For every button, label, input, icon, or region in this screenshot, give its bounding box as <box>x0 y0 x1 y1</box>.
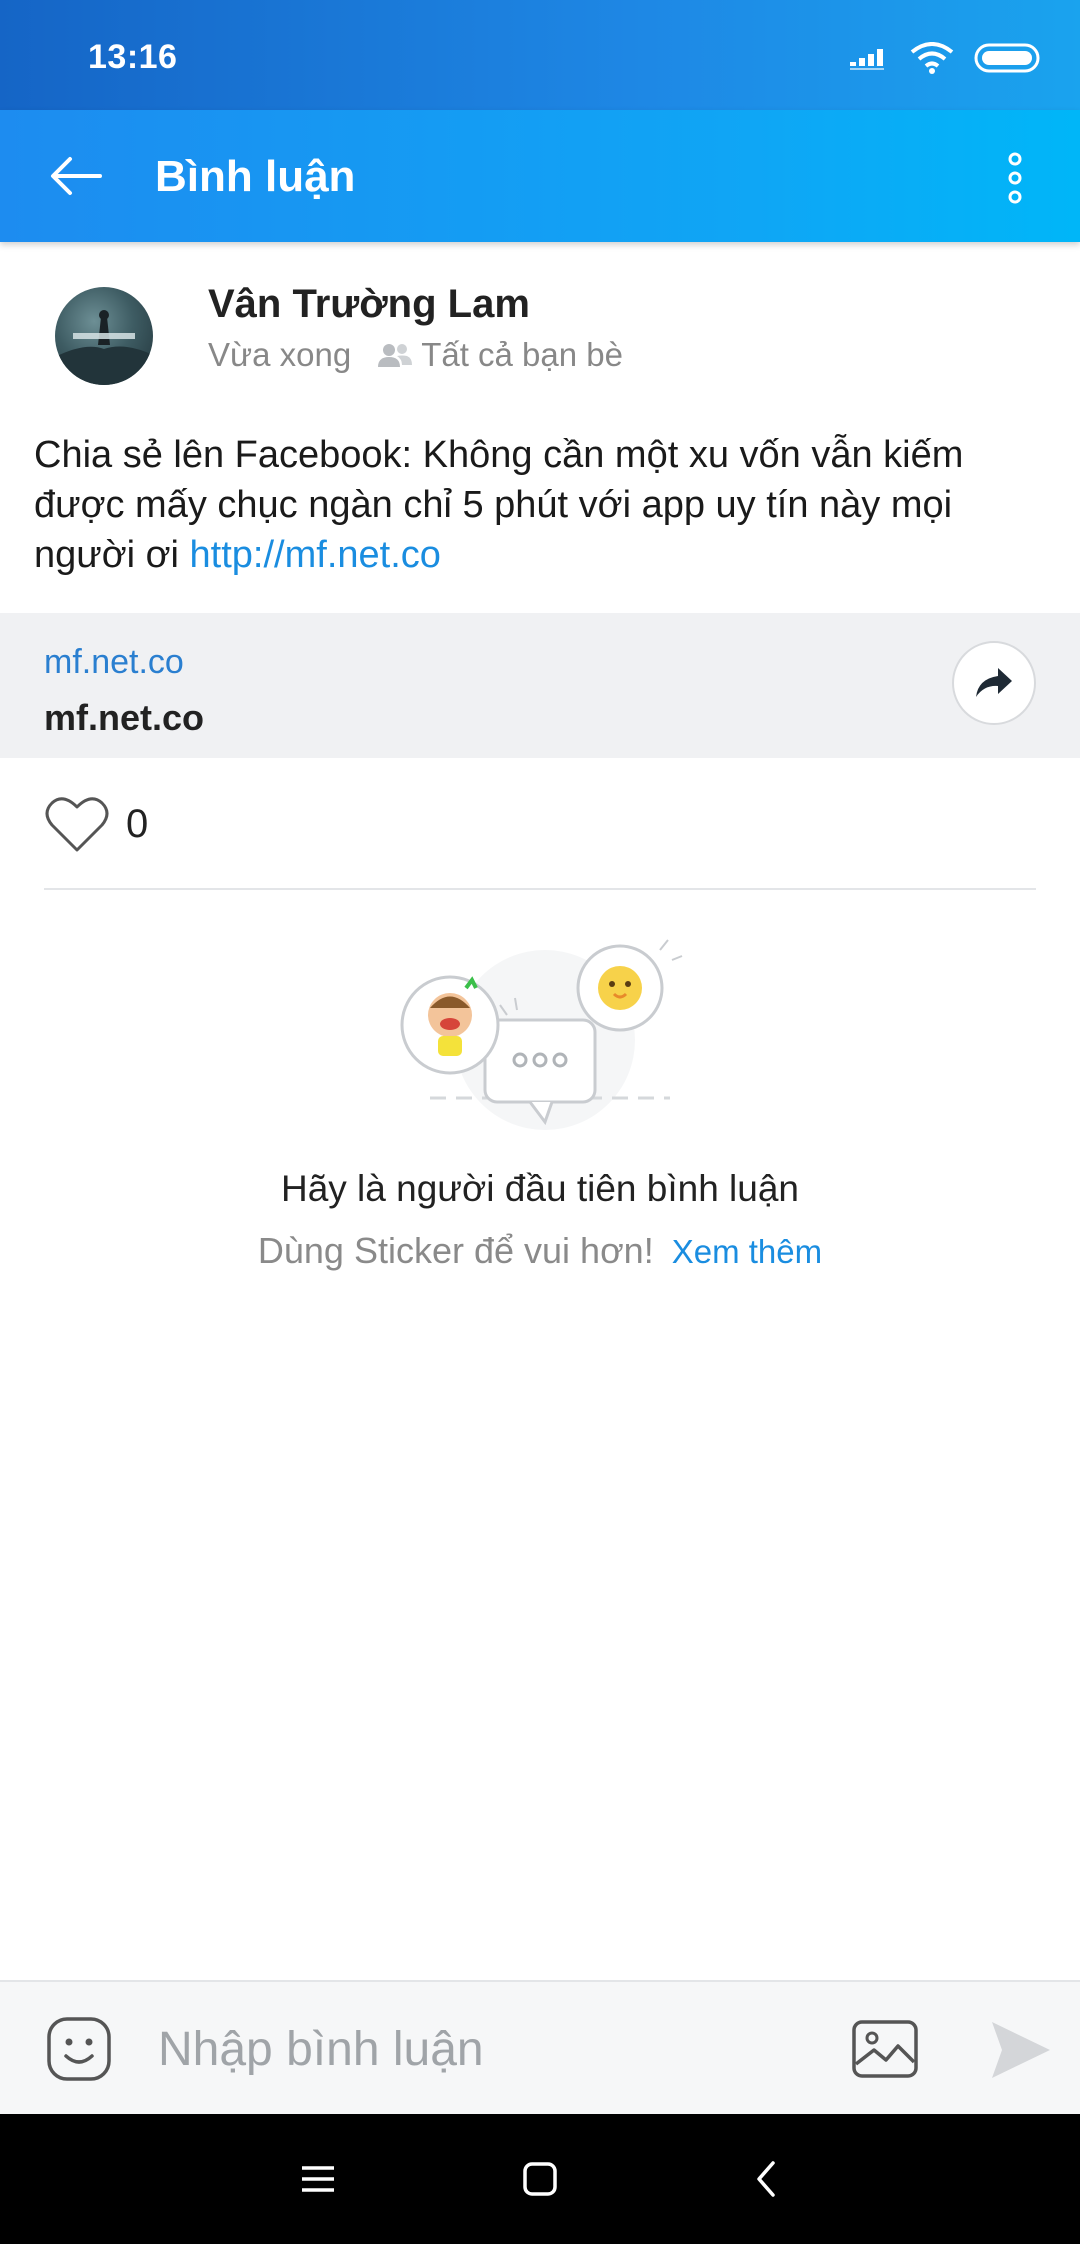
comment-input[interactable] <box>158 2008 798 2090</box>
signal-icon <box>850 49 884 70</box>
post-meta: Vừa xong Tất cả bạn bè <box>208 336 623 374</box>
comment-input-bar <box>0 1980 1080 2114</box>
more-vertical-icon <box>1008 152 1022 204</box>
app-bar: Bình luận <box>0 110 1080 242</box>
friends-icon <box>378 344 413 367</box>
sticker-hint: Dùng Sticker để vui hơn! <box>257 1230 654 1271</box>
empty-state-subtitle: Dùng Sticker để vui hơn! Xem thêm <box>0 1230 1080 1272</box>
home-square-icon <box>523 2162 557 2196</box>
preview-title: mf.net.co <box>44 697 205 738</box>
image-icon <box>852 2020 918 2078</box>
post-text: Chia sẻ lên Facebook: Không cần một xu v… <box>34 430 1044 580</box>
post-link[interactable]: http://mf.net.co <box>190 534 441 576</box>
post-privacy: Tất cả bạn bè <box>421 336 623 373</box>
smiley-icon <box>47 2017 111 2081</box>
like-button[interactable] <box>44 794 110 854</box>
post-body: Chia sẻ lên Facebook: Không cần một xu v… <box>34 434 964 576</box>
status-icons <box>850 42 1042 74</box>
preview-domain: mf.net.co <box>44 643 184 681</box>
post-header: Vân Trường Lam Vừa xong Tất cả bạn bè <box>0 242 1080 412</box>
send-button[interactable] <box>988 2018 1054 2082</box>
like-count: 0 <box>126 802 149 846</box>
recent-apps-button[interactable] <box>288 2152 348 2206</box>
image-picker-button[interactable] <box>850 2016 920 2082</box>
divider <box>44 888 1036 890</box>
wifi-icon <box>910 42 954 74</box>
menu-icon <box>302 2166 334 2192</box>
comments-screen: 13:16 Bình luận Vân Trường Lam Vừa xong … <box>0 0 1080 2244</box>
avatar[interactable] <box>55 287 153 385</box>
back-button[interactable] <box>40 146 112 206</box>
share-arrow-icon <box>976 668 1012 697</box>
page-title: Bình luận <box>155 152 356 201</box>
empty-state-title: Hãy là người đầu tiên bình luận <box>280 1168 800 1209</box>
status-bar: 13:16 <box>0 0 1080 110</box>
send-icon <box>992 2022 1050 2078</box>
status-time: 13:16 <box>88 38 178 76</box>
emoji-button[interactable] <box>44 2014 114 2084</box>
system-back-button[interactable] <box>736 2152 796 2206</box>
chevron-left-icon <box>757 2161 775 2197</box>
see-more-link[interactable]: Xem thêm <box>672 1233 822 1270</box>
home-button[interactable] <box>510 2152 570 2206</box>
reactions-bar: 0 <box>0 758 1080 890</box>
heart-outline-icon <box>45 797 109 852</box>
arrow-left-icon <box>51 157 102 195</box>
more-options-button[interactable] <box>990 148 1040 208</box>
avatar-image <box>55 310 153 385</box>
author-name[interactable]: Vân Trường Lam <box>208 282 530 327</box>
empty-comments-illustration <box>400 939 683 1130</box>
system-nav-bar <box>0 2114 1080 2244</box>
link-preview[interactable]: mf.net.co mf.net.co <box>0 613 1080 758</box>
post-time: Vừa xong <box>208 336 352 373</box>
battery-icon <box>974 43 1040 73</box>
share-button[interactable] <box>952 641 1036 725</box>
